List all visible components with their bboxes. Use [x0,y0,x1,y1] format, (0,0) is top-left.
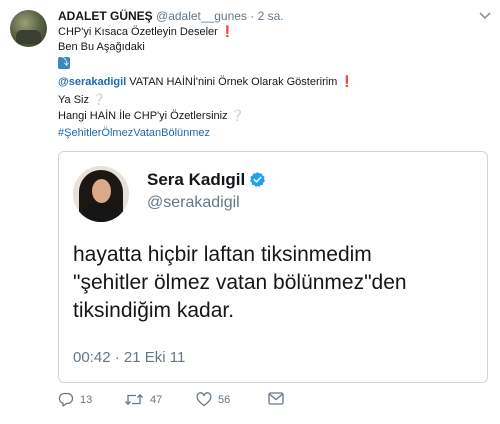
author-handle[interactable]: @adalet__gunes [156,9,247,23]
tweet-header: ADALET GÜNEŞ @adalet__gunes · 2 sa. [58,9,284,23]
retweet-button[interactable]: 47 [124,392,162,407]
tweet-line-3: ⤵ [58,56,70,70]
author-name[interactable]: ADALET GÜNEŞ [58,9,153,23]
direct-message-button[interactable] [268,392,284,405]
arrow-down-emoji-icon: ⤵ [58,57,70,70]
quoted-tweet-text: hayatta hiçbir laftan tiksinmedim "şehit… [73,241,407,325]
exclamation-emoji: ❗ [340,76,355,88]
tweet-line-2: Ben Bu Aşağıdaki [58,40,145,54]
tweet-time[interactable]: 2 sa. [258,9,284,23]
hashtag-link[interactable]: #ŞehitlerÖlmezVatanBölünmez [58,127,210,139]
quoted-author-avatar[interactable] [73,166,129,222]
exclamation-emoji: ❗ [220,26,235,38]
reply-count: 13 [80,393,93,406]
like-count: 56 [218,393,231,406]
quoted-timestamp[interactable]: 00:42 · 21 Eki 11 [73,349,185,366]
tweet-text: Ya Siz [58,94,89,106]
quoted-author-name[interactable]: Sera Kadıgil [147,170,245,190]
question-emoji: ❔ [92,94,106,106]
tweet-text: CHP'yi Kısaca Özetleyin Deseler [58,26,218,38]
tweet-text: Hangi HAİN İle CHP'yi Özetlersiniz [58,110,228,122]
header-separator: · [250,9,255,23]
retweet-icon [125,393,143,406]
heart-icon [196,392,212,407]
question-emoji: ❔ [230,110,245,122]
tweet-line-5: Ya Siz ❔ [58,93,106,107]
retweet-count: 47 [150,393,163,406]
quoted-tweet-card[interactable]: Sera Kadıgil @serakadigil hayatta hiçbir… [58,151,488,383]
tweet-line-4: @serakadigil VATAN HAİNİ'nini Örnek Olar… [58,75,354,89]
chevron-down-icon[interactable] [478,10,492,22]
verified-badge-icon [249,172,266,188]
quoted-text-line: "şehitler ölmez vatan bölünmez"den [73,271,407,294]
mention-link[interactable]: @serakadigil [58,76,126,88]
quoted-text-line: hayatta hiçbir laftan tiksinmedim [73,243,372,266]
reply-button[interactable]: 13 [58,392,92,407]
tweet-text: Ben Bu Aşağıdaki [58,41,145,53]
quoted-text-line: tiksindiğim kadar. [73,299,235,322]
envelope-icon [268,392,284,405]
tweet-line-6: Hangi HAİN İle CHP'yi Özetlersiniz ❔ [58,109,244,123]
like-button[interactable]: 56 [196,392,230,407]
tweet-line-1: CHP'yi Kısaca Özetleyin Deseler ❗ [58,25,235,39]
tweet-line-7: #ŞehitlerÖlmezVatanBölünmez [58,126,210,140]
reply-icon [58,392,74,407]
author-avatar[interactable] [10,10,47,47]
tweet-text: VATAN HAİNİ'nini Örnek Olarak Gösteririm [126,76,338,88]
quoted-author-handle[interactable]: @serakadigil [147,194,240,212]
